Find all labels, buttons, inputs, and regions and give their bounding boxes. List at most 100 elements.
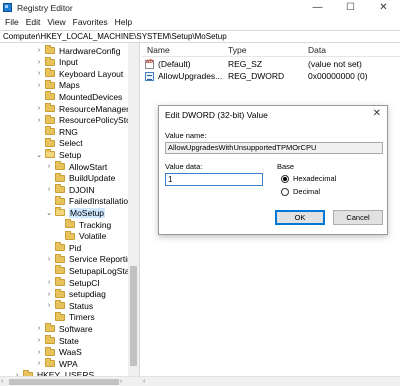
folder-icon [55, 300, 65, 310]
dword-value-icon [145, 72, 154, 81]
tree-item-resourcepolicystore[interactable]: › ResourcePolicyStore [36, 114, 138, 126]
tree-scroll-thumb[interactable] [130, 266, 137, 366]
expand-chevron-icon[interactable]: › [36, 337, 42, 344]
column-data-header[interactable]: Data [308, 45, 326, 55]
expand-chevron-icon[interactable]: › [46, 302, 52, 309]
tree-item-label: Setup [59, 149, 82, 160]
expand-chevron-icon[interactable]: › [36, 59, 42, 66]
tree-vertical-scrollbar[interactable] [128, 43, 139, 376]
tree-item-label: State [59, 335, 79, 346]
tree-item-wpa[interactable]: › WPA [36, 358, 78, 369]
tree-item-setupci[interactable]: › SetupCI [46, 277, 100, 288]
collapse-chevron-icon[interactable]: ⌄ [46, 209, 52, 217]
menu-help[interactable]: Help [115, 17, 132, 27]
decimal-radio[interactable]: Decimal [281, 187, 320, 196]
tree-item-label: HardwareConfig [59, 45, 121, 56]
column-name-header[interactable]: Name [147, 45, 170, 55]
tree-item-status[interactable]: › Status [46, 300, 93, 311]
registry-tree: › HardwareConfig › Input › Keyboard Layout › Ma… [0, 43, 140, 376]
dialog-close-button[interactable]: ✕ [373, 108, 381, 119]
expand-chevron-icon[interactable]: › [36, 117, 42, 124]
tree-item-waas[interactable]: › WaaS [36, 346, 82, 358]
horizontal-scroll-thumb[interactable] [9, 379, 119, 385]
expand-chevron-icon[interactable]: › [46, 163, 52, 170]
tree-item-label: AllowStart [69, 161, 108, 172]
collapse-chevron-icon[interactable]: ⌄ [36, 151, 42, 159]
folder-icon [45, 126, 55, 136]
tree-item-failedinstallations[interactable]: FailedInstallations [46, 195, 137, 207]
expand-chevron-icon[interactable]: › [36, 82, 42, 89]
expand-chevron-icon[interactable]: › [36, 70, 42, 77]
tree-item-setupdiag[interactable]: › setupdiag [46, 288, 106, 300]
tree-item-keyboard-layout[interactable]: › Keyboard Layout [36, 68, 123, 79]
menu-file[interactable]: File [5, 17, 19, 27]
ok-button[interactable]: OK [275, 210, 325, 225]
folder-icon [45, 45, 55, 54]
column-type-header[interactable]: Type [228, 45, 246, 55]
values-scroll-left-icon[interactable]: ‹ [143, 377, 145, 386]
minimize-button[interactable]: — [301, 0, 334, 15]
value-name: (Default) [158, 59, 191, 69]
folder-icon [55, 288, 65, 298]
menu-favorites[interactable]: Favorites [73, 17, 108, 27]
close-button[interactable]: ✕ [367, 0, 400, 15]
tree-item-setupapilogstatus[interactable]: SetupapiLogStatus [46, 265, 139, 276]
tree-item-volatile[interactable]: Volatile [56, 230, 106, 242]
tree-item-timers[interactable]: Timers [46, 311, 95, 323]
tree-item-state[interactable]: › State [36, 335, 79, 346]
value-row[interactable]: (Default) REG_SZ (value not set) [142, 59, 400, 70]
folder-icon [65, 219, 75, 228]
folder-icon [55, 311, 65, 321]
expand-chevron-icon[interactable]: › [36, 360, 42, 367]
horizontal-scrollbar[interactable]: ‹ › ‹ [0, 376, 400, 386]
dialog-title: Edit DWORD (32-bit) Value [165, 110, 268, 120]
expand-chevron-icon[interactable]: › [46, 291, 52, 298]
tree-item-select[interactable]: Select [36, 137, 83, 149]
value-data-label: Value data: [165, 162, 203, 171]
tree-item-hardwareconfig[interactable]: › HardwareConfig [36, 45, 120, 56]
expand-chevron-icon[interactable]: › [46, 256, 52, 263]
radio-unselected-icon [281, 187, 289, 196]
tree-item-allowstart[interactable]: › AllowStart [46, 161, 107, 172]
tree-item-maps[interactable]: › Maps [36, 79, 80, 91]
hexadecimal-radio[interactable]: Hexadecimal [281, 174, 336, 183]
tree-item-label: MoSetup [69, 207, 106, 218]
menu-edit[interactable]: Edit [26, 17, 41, 27]
scroll-left-icon[interactable]: ‹ [1, 377, 3, 386]
tree-item-mounteddevices[interactable]: MountedDevices [36, 91, 122, 102]
folder-icon [45, 79, 55, 89]
tree-item-input[interactable]: › Input [36, 56, 78, 68]
tree-item-software[interactable]: › Software [36, 323, 93, 334]
tree-item-djoin[interactable]: › DJOIN [46, 184, 95, 195]
expand-chevron-icon[interactable]: › [36, 47, 42, 54]
tree-item-pid[interactable]: Pid [46, 242, 81, 253]
cancel-button[interactable]: Cancel [333, 210, 383, 225]
tree-item-label: Timers [69, 312, 95, 323]
folder-icon [45, 335, 55, 344]
menu-view[interactable]: View [47, 17, 65, 27]
tree-item-tracking[interactable]: Tracking [56, 219, 111, 230]
folder-icon [55, 277, 65, 286]
expand-chevron-icon[interactable]: › [46, 279, 52, 286]
tree-item-setup[interactable]: ⌄ Setup [36, 149, 81, 160]
value-type: REG_DWORD [228, 71, 285, 81]
scroll-right-icon[interactable]: › [120, 377, 122, 386]
maximize-button[interactable]: ☐ [334, 0, 367, 15]
folder-icon [45, 68, 55, 78]
expand-chevron-icon[interactable]: › [36, 349, 42, 356]
expand-chevron-icon[interactable]: › [36, 105, 42, 112]
tree-item-buildupdate[interactable]: BuildUpdate [46, 172, 115, 184]
expand-chevron-icon[interactable]: › [46, 186, 52, 193]
value-data: (value not set) [308, 59, 362, 69]
tree-item-rng[interactable]: RNG [36, 126, 78, 137]
values-header: Name Type Data [142, 43, 400, 57]
tree-item-label: Maps [59, 80, 80, 91]
expand-chevron-icon[interactable]: › [36, 325, 42, 332]
value-row[interactable]: AllowUpgrades... REG_DWORD 0x00000000 (0… [142, 71, 400, 82]
address-bar[interactable]: Computer\HKEY_LOCAL_MACHINE\SYSTEM\Setup… [0, 30, 400, 43]
tree-item-mosetup[interactable]: ⌄ MoSetup [46, 207, 106, 218]
tree-item-resourcemanager[interactable]: › ResourceManager [36, 103, 129, 114]
value-data-input[interactable]: 1 [165, 173, 263, 186]
tree-item-service-reporting-a[interactable]: › Service Reporting A [46, 253, 139, 265]
tree-item-label: WPA [59, 358, 78, 369]
